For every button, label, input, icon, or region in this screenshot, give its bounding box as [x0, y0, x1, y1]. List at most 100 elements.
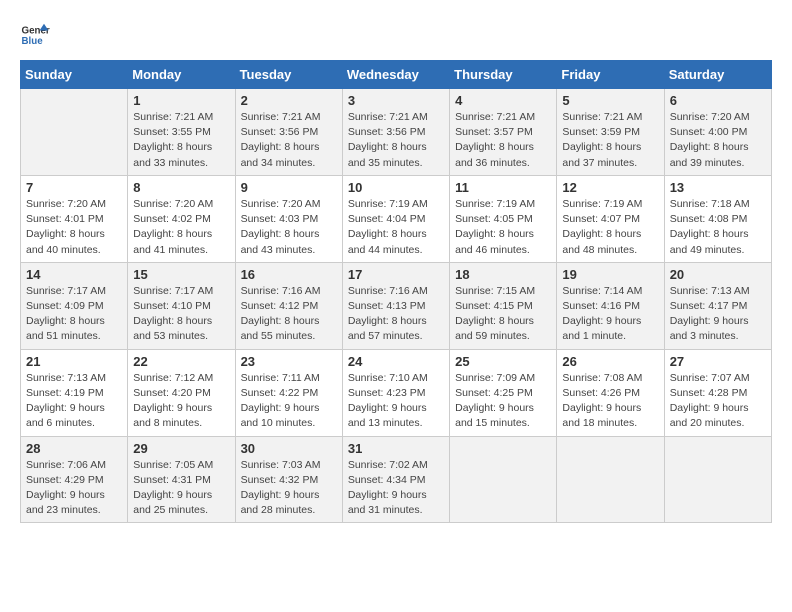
- daylight-label: Daylight: 8 hours and 37 minutes.: [562, 141, 641, 168]
- daylight-label: Daylight: 8 hours and 35 minutes.: [348, 141, 427, 168]
- calendar-cell: 17Sunrise: 7:16 AMSunset: 4:13 PMDayligh…: [342, 262, 449, 349]
- day-info: Sunrise: 7:02 AMSunset: 4:34 PMDaylight:…: [348, 458, 444, 519]
- calendar-cell: 5 Sunrise: 7:21 AMSunset: 3:59 PMDaylight…: [557, 89, 664, 176]
- header-tuesday: Tuesday: [235, 61, 342, 89]
- day-number: 9: [241, 180, 337, 195]
- header-monday: Monday: [128, 61, 235, 89]
- sunset-label: Sunset: 4:34 PM: [348, 474, 426, 486]
- day-info: Sunrise: 7:20 AM Sunset: 4:00 PM Daylight:…: [670, 110, 766, 171]
- daylight-label: Daylight: 9 hours and 3 minutes.: [670, 315, 749, 342]
- sunset-label: Sunset: 4:20 PM: [133, 387, 211, 399]
- day-number: 6: [670, 93, 766, 108]
- calendar-cell: 7Sunrise: 7:20 AMSunset: 4:01 PMDaylight…: [21, 175, 128, 262]
- day-number: 12: [562, 180, 658, 195]
- daylight-label: Daylight: 9 hours and 10 minutes.: [241, 402, 320, 429]
- day-info: Sunrise: 7:08 AMSunset: 4:26 PMDaylight:…: [562, 371, 658, 432]
- calendar-cell: 9 Sunrise: 7:20 AM Sunset: 4:03 PM Daylight…: [235, 175, 342, 262]
- day-info: Sunrise: 7:21 AMSunset: 3:57 PMDaylight:…: [455, 110, 551, 171]
- day-number: 5: [562, 93, 658, 108]
- day-info: Sunrise: 7:16 AMSunset: 4:12 PMDaylight:…: [241, 284, 337, 345]
- calendar-cell: 21Sunrise: 7:13 AMSunset: 4:19 PMDayligh…: [21, 349, 128, 436]
- day-info: Sunrise: 7:17 AMSunset: 4:09 PMDaylight:…: [26, 284, 122, 345]
- sunset-label: Sunset: 4:08 PM: [670, 213, 748, 225]
- day-number: 27: [670, 354, 766, 369]
- day-number: 11: [455, 180, 551, 195]
- sunset-label: Sunset: 3:57 PM: [455, 126, 533, 138]
- day-info: Sunrise: 7:15 AMSunset: 4:15 PMDaylight:…: [455, 284, 551, 345]
- day-number: 24: [348, 354, 444, 369]
- calendar-cell: 27Sunrise: 7:07 AMSunset: 4:28 PMDayligh…: [664, 349, 771, 436]
- daylight-label: Daylight: 8 hours and 48 minutes.: [562, 228, 641, 255]
- calendar-week-3: 21Sunrise: 7:13 AMSunset: 4:19 PMDayligh…: [21, 349, 772, 436]
- day-number: 31: [348, 441, 444, 456]
- sunrise-label: Sunrise: 7:21 AM: [133, 111, 213, 123]
- daylight-label: Daylight: 8 hours and 49 minutes.: [670, 228, 749, 255]
- calendar-cell: 12 Sunrise: 7:19 AM Sunset: 4:07 PM Dayligh…: [557, 175, 664, 262]
- daylight-label: Daylight: 8 hours and 40 minutes.: [26, 228, 105, 255]
- day-number: 22: [133, 354, 229, 369]
- sunset-label: Sunset: 4:23 PM: [348, 387, 426, 399]
- day-info: Sunrise: 7:20 AM Sunset: 4:03 PM Daylight:…: [241, 197, 337, 258]
- calendar-cell: [664, 436, 771, 523]
- calendar-cell: [557, 436, 664, 523]
- calendar-cell: 23Sunrise: 7:11 AMSunset: 4:22 PMDayligh…: [235, 349, 342, 436]
- day-info: Sunrise: 7:17 AMSunset: 4:10 PMDaylight:…: [133, 284, 229, 345]
- sunrise-label: Sunrise: 7:16 AM: [348, 285, 428, 297]
- sunrise-label: Sunrise: 7:03 AM: [241, 459, 321, 471]
- daylight-label: Daylight: 9 hours and 13 minutes.: [348, 402, 427, 429]
- sunrise-label: Sunrise: 7:20 AM: [241, 198, 321, 210]
- calendar-cell: 22Sunrise: 7:12 AMSunset: 4:20 PMDayligh…: [128, 349, 235, 436]
- day-number: 25: [455, 354, 551, 369]
- calendar-week-4: 28Sunrise: 7:06 AMSunset: 4:29 PMDayligh…: [21, 436, 772, 523]
- sunrise-label: Sunrise: 7:19 AM: [562, 198, 642, 210]
- day-number: 15: [133, 267, 229, 282]
- sunrise-label: Sunrise: 7:21 AM: [562, 111, 642, 123]
- day-number: 20: [670, 267, 766, 282]
- daylight-label: Daylight: 8 hours and 39 minutes.: [670, 141, 749, 168]
- sunset-label: Sunset: 4:07 PM: [562, 213, 640, 225]
- calendar-cell: [450, 436, 557, 523]
- calendar-cell: 4Sunrise: 7:21 AMSunset: 3:57 PMDaylight…: [450, 89, 557, 176]
- daylight-label: Daylight: 9 hours and 23 minutes.: [26, 489, 105, 516]
- calendar-header-row: SundayMondayTuesdayWednesdayThursdayFrid…: [21, 61, 772, 89]
- header-wednesday: Wednesday: [342, 61, 449, 89]
- sunset-label: Sunset: 4:00 PM: [670, 126, 748, 138]
- day-info: Sunrise: 7:21 AMSunset: 3:56 PMDaylight:…: [241, 110, 337, 171]
- sunrise-label: Sunrise: 7:21 AM: [241, 111, 321, 123]
- daylight-label: Daylight: 8 hours and 46 minutes.: [455, 228, 534, 255]
- daylight-label: Daylight: 8 hours and 59 minutes.: [455, 315, 534, 342]
- header-saturday: Saturday: [664, 61, 771, 89]
- daylight-label: Daylight: 8 hours and 51 minutes.: [26, 315, 105, 342]
- day-info: Sunrise: 7:12 AMSunset: 4:20 PMDaylight:…: [133, 371, 229, 432]
- sunrise-label: Sunrise: 7:07 AM: [670, 372, 750, 384]
- daylight-label: Daylight: 8 hours and 33 minutes.: [133, 141, 212, 168]
- daylight-label: Daylight: 9 hours and 18 minutes.: [562, 402, 641, 429]
- day-info: Sunrise: 7:05 AMSunset: 4:31 PMDaylight:…: [133, 458, 229, 519]
- sunrise-label: Sunrise: 7:12 AM: [133, 372, 213, 384]
- daylight-label: Daylight: 8 hours and 43 minutes.: [241, 228, 320, 255]
- sunrise-label: Sunrise: 7:09 AM: [455, 372, 535, 384]
- calendar-cell: 29Sunrise: 7:05 AMSunset: 4:31 PMDayligh…: [128, 436, 235, 523]
- page-header: General Blue: [20, 20, 772, 50]
- day-number: 17: [348, 267, 444, 282]
- daylight-label: Daylight: 9 hours and 15 minutes.: [455, 402, 534, 429]
- header-thursday: Thursday: [450, 61, 557, 89]
- day-info: Sunrise: 7:13 AMSunset: 4:19 PMDaylight:…: [26, 371, 122, 432]
- daylight-label: Daylight: 8 hours and 44 minutes.: [348, 228, 427, 255]
- calendar-cell: 10Sunrise: 7:19 AMSunset: 4:04 PMDayligh…: [342, 175, 449, 262]
- sunset-label: Sunset: 4:09 PM: [26, 300, 104, 312]
- day-info: Sunrise: 7:06 AMSunset: 4:29 PMDaylight:…: [26, 458, 122, 519]
- sunset-label: Sunset: 4:04 PM: [348, 213, 426, 225]
- day-number: 16: [241, 267, 337, 282]
- daylight-label: Daylight: 8 hours and 53 minutes.: [133, 315, 212, 342]
- sunrise-label: Sunrise: 7:20 AM: [133, 198, 213, 210]
- day-info: Sunrise: 7:21 AMSunset: 3:59 PMDaylight:…: [562, 110, 658, 171]
- sunset-label: Sunset: 4:03 PM: [241, 213, 319, 225]
- sunrise-label: Sunrise: 7:13 AM: [26, 372, 106, 384]
- logo: General Blue: [20, 20, 50, 50]
- sunset-label: Sunset: 4:19 PM: [26, 387, 104, 399]
- calendar-cell: 1Sunrise: 7:21 AMSunset: 3:55 PMDaylight…: [128, 89, 235, 176]
- sunrise-label: Sunrise: 7:20 AM: [670, 111, 750, 123]
- sunset-label: Sunset: 3:56 PM: [241, 126, 319, 138]
- calendar-cell: 2Sunrise: 7:21 AMSunset: 3:56 PMDaylight…: [235, 89, 342, 176]
